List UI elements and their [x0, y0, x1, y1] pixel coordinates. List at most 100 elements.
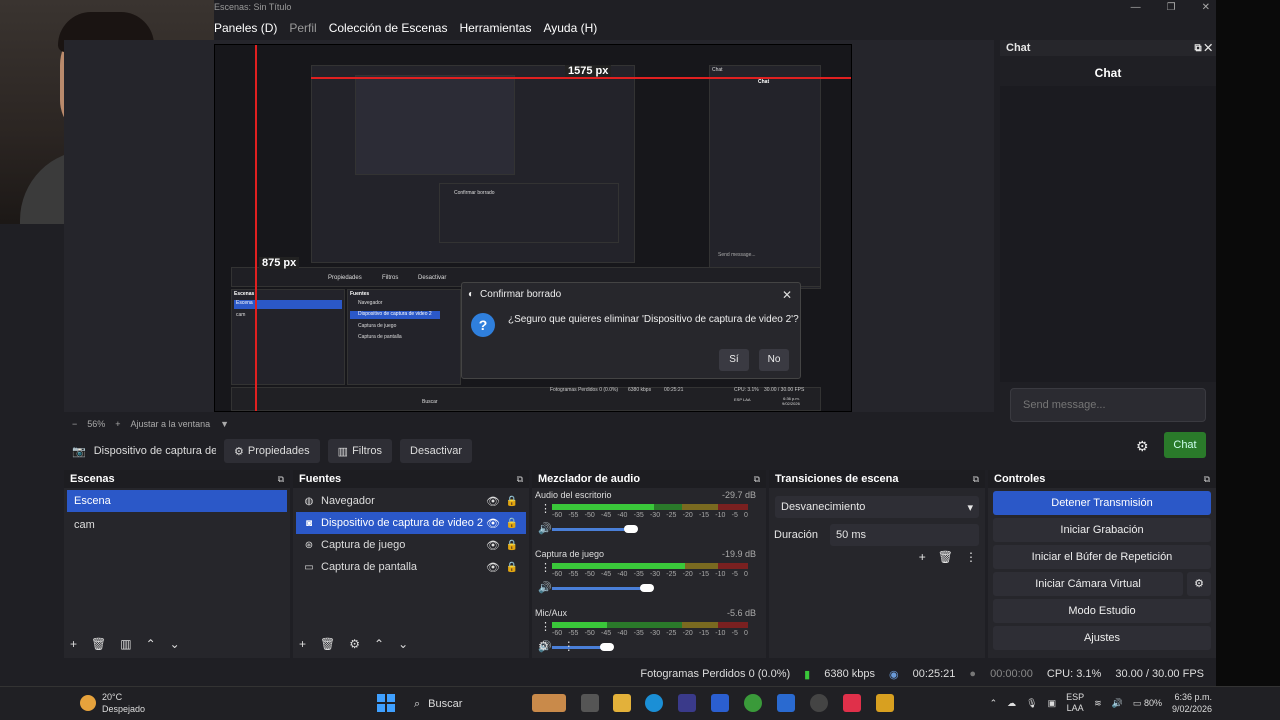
eye-icon[interactable]: 👁 [486, 539, 500, 552]
chat-message-input[interactable] [1010, 388, 1206, 422]
menu-dots-icon[interactable]: ⋮ [540, 502, 551, 515]
trash-icon[interactable]: 🗑 [320, 637, 335, 651]
source-item-video-capture[interactable]: ◙ Dispositivo de captura de video 2 👁 🔒 [296, 512, 526, 534]
settings-button[interactable]: Ajustes [993, 626, 1211, 650]
properties-button[interactable]: ⚙ Propiedades [224, 439, 320, 463]
gear-icon[interactable]: ⚙ [1187, 572, 1211, 596]
up-icon[interactable]: ⌃ [146, 637, 156, 651]
start-recording-button[interactable]: Iniciar Grabación [993, 518, 1211, 542]
studio-mode-button[interactable]: Modo Estudio [993, 599, 1211, 623]
eye-icon[interactable]: 👁 [486, 495, 500, 508]
gear-icon[interactable]: ⚙ [538, 639, 549, 653]
menu-tools[interactable]: Herramientas [459, 21, 531, 35]
lock-icon[interactable]: 🔒 [506, 540, 518, 551]
eye-icon[interactable]: 👁 [486, 517, 500, 530]
weather-widget[interactable]: 20°C Despejado [102, 691, 145, 715]
menu-scene-collection[interactable]: Colección de Escenas [329, 21, 448, 35]
xbox-icon[interactable] [744, 694, 762, 712]
language-indicator[interactable]: ESP LAA [1066, 692, 1084, 714]
trash-icon[interactable]: 🗑 [938, 550, 953, 564]
gear-icon[interactable]: ⚙ [349, 637, 360, 651]
add-icon[interactable]: + [299, 637, 306, 651]
dialog-close-icon[interactable]: ✕ [782, 288, 792, 302]
popout-icon[interactable]: ⧉ [278, 474, 284, 485]
menu-dots-icon[interactable]: ⋮ [540, 561, 551, 574]
meter-tick: -50 [584, 512, 595, 519]
popout-icon[interactable]: ⧉ [754, 474, 760, 485]
volume-knob[interactable] [624, 525, 638, 533]
close-icon[interactable]: ✕ [1204, 43, 1212, 54]
down-icon[interactable]: ⌄ [398, 637, 408, 651]
scene-item-escena[interactable]: Escena [67, 490, 287, 512]
lock-icon[interactable]: 🔒 [506, 518, 518, 529]
dialog-yes-button[interactable]: Sí [719, 349, 749, 371]
minimize-icon[interactable]: — [1131, 2, 1141, 13]
add-icon[interactable]: + [919, 550, 926, 564]
up-icon[interactable]: ⌃ [374, 637, 384, 651]
start-virtual-camera-button[interactable]: Iniciar Cámara Virtual [993, 572, 1183, 596]
mail-icon[interactable] [777, 694, 795, 712]
task-view-icon[interactable] [581, 694, 599, 712]
scene-item-cam[interactable]: cam [67, 514, 287, 536]
app-r-icon[interactable] [876, 694, 894, 712]
menu-dots-icon[interactable]: ⋮ [540, 620, 551, 633]
weather-icon[interactable] [80, 695, 96, 711]
menu-dots-icon[interactable]: ⋮ [563, 639, 575, 653]
maximize-icon[interactable]: ❐ [1167, 2, 1176, 13]
down-icon[interactable]: ⌄ [170, 637, 180, 651]
transition-select[interactable]: Desvanecimiento ▾ [775, 496, 979, 518]
zoom-fit[interactable]: Ajustar a la ventana [131, 419, 211, 429]
battery-indicator[interactable]: ▭ 80% [1133, 698, 1162, 709]
speaker-icon[interactable]: 🔊 [538, 581, 552, 594]
source-item-screen-capture[interactable]: ▭ Captura de pantalla 👁 🔒 [296, 556, 526, 578]
music-icon[interactable] [843, 694, 861, 712]
volume-knob[interactable] [640, 584, 654, 592]
chevron-up-icon[interactable]: ⌃ [990, 698, 998, 709]
trash-icon[interactable]: 🗑 [91, 637, 106, 651]
menu-profile[interactable]: Perfil [289, 21, 316, 35]
duration-input[interactable]: 50 ms [830, 524, 979, 546]
deactivate-button[interactable]: Desactivar [400, 439, 472, 463]
filters-button[interactable]: ▥ Filtros [327, 439, 393, 463]
clock[interactable]: 6:36 p.m. 9/02/2026 [1172, 691, 1212, 715]
edit-app-icon[interactable] [711, 694, 729, 712]
popout-icon[interactable]: ⧉ [1204, 474, 1210, 485]
source-item-game-capture[interactable]: ⊛ Captura de juego 👁 🔒 [296, 534, 526, 556]
chat-send-button[interactable]: Chat [1164, 432, 1206, 458]
volume-slider[interactable] [552, 528, 631, 531]
menu-panels[interactable]: Paneles (D) [214, 21, 277, 35]
source-item-browser[interactable]: ◍ Navegador 👁 🔒 [296, 490, 526, 512]
start-button[interactable] [377, 694, 395, 712]
gear-icon[interactable]: ⚙ [1136, 438, 1149, 455]
stop-stream-button[interactable]: Detener Transmisión [993, 491, 1211, 515]
popout-icon[interactable]: ⧉ [517, 474, 523, 485]
volume-icon[interactable]: 🔊 [1112, 698, 1123, 709]
obs-icon[interactable] [810, 694, 828, 712]
mic-icon[interactable]: 🎙 [1026, 698, 1037, 709]
filter-icon[interactable]: ▥ [120, 637, 131, 651]
store-icon[interactable] [678, 694, 696, 712]
lock-icon[interactable]: 🔒 [506, 496, 518, 507]
dialog-no-button[interactable]: No [759, 349, 789, 371]
wifi-icon[interactable]: ≋ [1094, 698, 1102, 709]
chevron-down-icon[interactable]: ▼ [220, 419, 229, 429]
popout-icon[interactable]: ⧉ [973, 474, 979, 485]
lock-icon[interactable]: 🔒 [506, 562, 518, 573]
menu-dots-icon[interactable]: ⋮ [965, 550, 977, 564]
taskbar-search[interactable]: ⌕ Buscar [408, 693, 528, 715]
close-window-icon[interactable]: ✕ [1202, 2, 1210, 13]
zoom-in-button[interactable]: + [115, 419, 120, 429]
volume-slider[interactable] [552, 587, 647, 590]
speaker-icon[interactable]: 🔊 [538, 522, 552, 535]
cloud-icon[interactable]: ☁ [1007, 698, 1016, 709]
edge-icon[interactable] [645, 694, 663, 712]
display-icon[interactable]: ▣ [1048, 698, 1057, 709]
eye-icon[interactable]: 👁 [486, 561, 500, 574]
menu-help[interactable]: Ayuda (H) [543, 21, 597, 35]
add-icon[interactable]: + [70, 637, 77, 651]
start-replay-buffer-button[interactable]: Iniciar el Búfer de Repetición [993, 545, 1211, 569]
popout-icon[interactable]: ⧉ [1194, 43, 1201, 54]
zoom-out-button[interactable]: − [72, 419, 77, 429]
file-explorer-icon[interactable] [613, 694, 631, 712]
news-widget-icon[interactable] [532, 694, 566, 712]
